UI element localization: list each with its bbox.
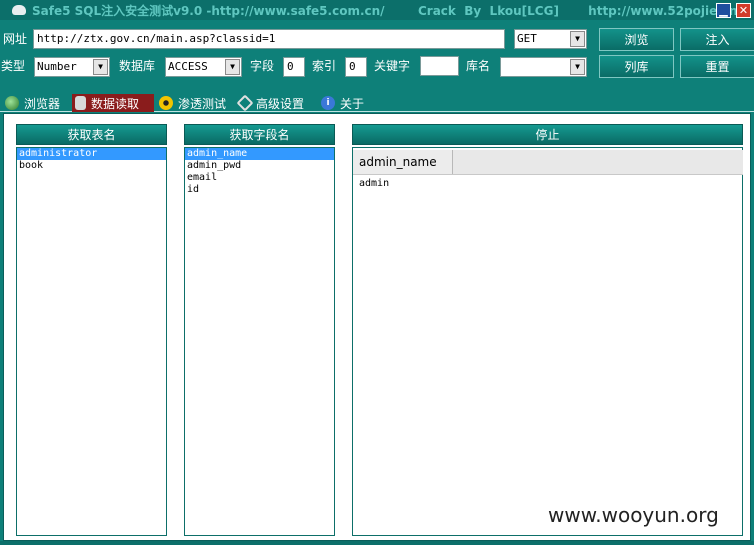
results-grid[interactable] (352, 147, 743, 536)
tables-list[interactable]: administrator book (16, 147, 167, 536)
dbname-select[interactable]: ▼ (500, 57, 587, 77)
tab-data-read[interactable]: 数据读取 (72, 94, 154, 112)
type-value: Number (37, 60, 77, 73)
tab-pentest[interactable]: 渗透测试 (156, 94, 234, 112)
type-label: 类型 (1, 59, 26, 73)
list-item[interactable]: admin_pwd (185, 160, 334, 172)
fields-list[interactable]: admin_name admin_pwd email id (184, 147, 335, 536)
database-value: ACCESS (168, 60, 208, 73)
tab-advanced[interactable]: 高级设置 (236, 94, 316, 112)
minimize-button[interactable]: ▁ (716, 3, 731, 18)
dbname-label: 库名 (466, 59, 491, 73)
globe-icon (5, 96, 19, 110)
tab-browser[interactable]: 浏览器 (2, 94, 70, 112)
list-item[interactable]: book (17, 160, 166, 172)
tab-label: 高级设置 (256, 96, 305, 111)
chevron-down-icon[interactable]: ▼ (225, 59, 240, 75)
grid-header: admin_name (353, 150, 743, 175)
close-button[interactable]: ✕ (736, 3, 751, 18)
radiation-icon (159, 96, 173, 110)
info-icon: i (321, 96, 335, 110)
chevron-down-icon[interactable]: ▼ (570, 59, 585, 75)
index-input[interactable]: 0 (345, 57, 367, 77)
chevron-down-icon[interactable]: ▼ (570, 31, 585, 47)
field-label: 字段 (250, 59, 275, 73)
list-item[interactable]: administrator (17, 148, 166, 160)
database-label: 数据库 (119, 59, 156, 73)
get-tables-button[interactable]: 获取表名 (16, 124, 167, 145)
tab-bar: 浏览器 数据读取 渗透测试 高级设置 i 关于 (0, 94, 754, 112)
url-input[interactable]: http://ztx.gov.cn/main.asp?classid=1 (33, 29, 505, 49)
index-label: 索引 (312, 59, 337, 73)
tab-label: 渗透测试 (178, 96, 227, 111)
tab-label: 数据读取 (91, 96, 140, 111)
database-icon (75, 96, 86, 110)
keyword-input[interactable] (420, 56, 459, 76)
tab-label: 关于 (340, 96, 365, 111)
reset-button[interactable]: 重置 (680, 55, 754, 78)
url-label: 网址 (3, 32, 28, 46)
type-select[interactable]: Number ▼ (34, 57, 110, 77)
tab-label: 浏览器 (24, 96, 61, 111)
method-value: GET (517, 32, 537, 45)
database-select[interactable]: ACCESS ▼ (165, 57, 242, 77)
watermark: www.wooyun.org (548, 503, 719, 527)
method-select[interactable]: GET ▼ (514, 29, 587, 49)
list-db-button[interactable]: 列库 (599, 55, 674, 78)
tools-icon (236, 94, 254, 112)
list-item[interactable]: admin_name (185, 148, 334, 160)
grid-cell[interactable]: admin (359, 178, 389, 189)
tab-about[interactable]: i 关于 (318, 94, 374, 112)
chevron-down-icon[interactable]: ▼ (93, 59, 108, 75)
title-bar: Safe5 SQL注入安全测试v9.0 -http://www.safe5.co… (0, 0, 754, 20)
stop-button[interactable]: 停止 (352, 124, 743, 145)
grid-column-header[interactable]: admin_name (353, 150, 453, 174)
keyword-label: 关键字 (374, 59, 411, 73)
field-input[interactable]: 0 (283, 57, 305, 77)
browse-button[interactable]: 浏览 (599, 28, 674, 51)
cloud-icon (12, 5, 26, 15)
get-fields-button[interactable]: 获取字段名 (184, 124, 335, 145)
list-item[interactable]: email (185, 172, 334, 184)
inject-button[interactable]: 注入 (680, 28, 754, 51)
status-bar (0, 541, 754, 545)
window-title: Safe5 SQL注入安全测试v9.0 -http://www.safe5.co… (32, 3, 738, 18)
list-item[interactable]: id (185, 184, 334, 196)
